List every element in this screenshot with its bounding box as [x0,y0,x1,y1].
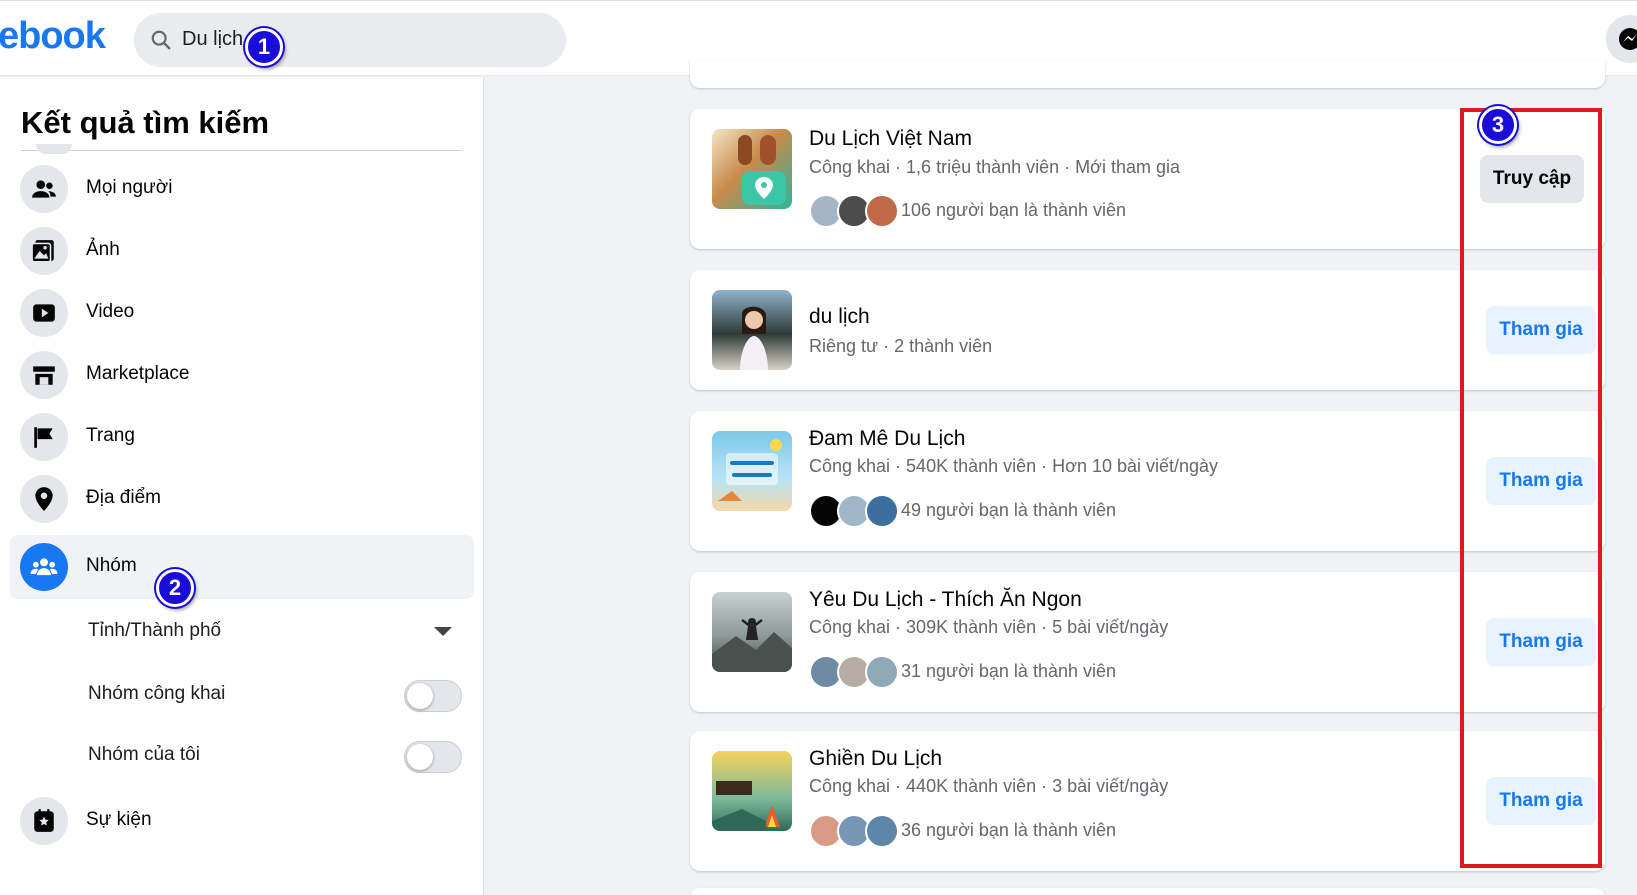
friend-avatars [809,655,899,689]
group-name[interactable]: du lịch [809,305,870,329]
group-thumbnail[interactable] [712,751,792,831]
public-groups-toggle[interactable] [404,680,462,712]
search-icon [151,30,171,50]
group-meta: Công khai · 309K thành viên · 5 bài viết… [809,617,1169,637]
search-filter-sidebar: Kết quả tìm kiếm Mọi người Ảnh Video Mar… [0,77,484,895]
photo-icon [20,227,68,275]
person-photo-icon [740,306,768,370]
sidebar-item-events[interactable]: Sự kiện [10,789,474,853]
sidebar-item-label: Video [86,301,135,322]
friend-count: 31 người bạn là thành viên [901,661,1117,681]
friend-count: 106 người bạn là thành viên [901,200,1127,220]
sidebar-item-pages[interactable]: Trang [10,405,474,469]
pin-icon [20,475,68,523]
filter-public-groups-label: Nhóm công khai [88,683,226,704]
beach-sign-icon [718,439,782,501]
sidebar-item-label: Sự kiện [86,809,152,830]
step-marker-1: 1 [245,28,283,66]
friend-count: 49 người bạn là thành viên [901,500,1117,520]
avatar [865,494,899,528]
group-meta: Công khai · 440K thành viên · 3 bài viết… [809,776,1169,796]
facebook-logo[interactable]: ebook [0,15,106,58]
sidebar-item-label: Ảnh [86,239,120,260]
friend-count: 36 người bạn là thành viên [901,820,1117,840]
sidebar-item-label: Marketplace [86,363,190,384]
my-groups-toggle[interactable] [404,741,462,773]
group-name[interactable]: Yêu Du Lịch - Thích Ăn Ngon [809,588,1082,612]
avatar [865,655,899,689]
friend-avatars [809,814,899,848]
group-meta: Công khai · 540K thành viên · Hơn 10 bài… [809,456,1219,476]
mountain-photo-icon [712,618,792,672]
campfire-icon [712,781,780,831]
people-icon [20,165,68,213]
groups-icon [20,543,68,591]
group-meta: Công khai · 1,6 triệu thành viên · Mới t… [809,157,1180,177]
filter-city-label[interactable]: Tỉnh/Thành phố [88,620,221,642]
marketplace-icon [20,351,68,399]
flag-icon [20,413,68,461]
friend-avatars [809,194,899,228]
sidebar-item-label: Nhóm [86,555,137,576]
group-thumbnail[interactable] [712,592,792,672]
filter-my-groups-label: Nhóm của tôi [88,744,200,765]
group-name[interactable]: Đam Mê Du Lịch [809,427,965,451]
group-name[interactable]: Du Lịch Việt Nam [809,127,972,151]
sidebar-item-label: Trang [86,425,135,446]
step-marker-3: 3 [1479,106,1517,144]
group-thumbnail[interactable] [712,290,792,370]
messenger-icon [1619,28,1637,50]
sidebar-item-label: Địa điểm [86,487,161,508]
sidebar-item-groups[interactable]: Nhóm [10,535,474,599]
sidebar-item-label: Mọi người [86,177,173,198]
group-thumbnail[interactable] [712,431,792,511]
toggle-knob [407,744,433,770]
toggle-knob [407,683,433,709]
group-meta: Riêng tư · 2 thành viên [809,336,993,356]
friend-avatars [809,494,899,528]
group-thumbnail[interactable] [712,129,792,209]
highlight-box [1460,108,1602,868]
search-input[interactable]: Du lịch [182,28,243,51]
sidebar-item-marketplace[interactable]: Marketplace [10,343,474,407]
chevron-down-icon[interactable] [434,627,452,636]
page-title: Kết quả tìm kiếm [21,105,270,140]
map-pin-icon [738,135,786,205]
divider [21,150,462,151]
next-result-card [690,888,1605,895]
previous-result-card [690,60,1605,88]
sidebar-item-places[interactable]: Địa điểm [10,467,474,531]
event-icon [20,797,68,845]
step-marker-2: 2 [156,569,194,607]
avatar [865,194,899,228]
messenger-button[interactable] [1606,15,1637,63]
sidebar-item-video[interactable]: Video [10,281,474,345]
scrolled-item-edge [36,144,72,154]
sidebar-item-photos[interactable]: Ảnh [10,219,474,283]
video-icon [20,289,68,337]
sidebar-item-people[interactable]: Mọi người [10,157,474,221]
search-box[interactable]: Du lịch [134,13,566,67]
avatar [865,814,899,848]
group-name[interactable]: Ghiền Du Lịch [809,747,942,771]
